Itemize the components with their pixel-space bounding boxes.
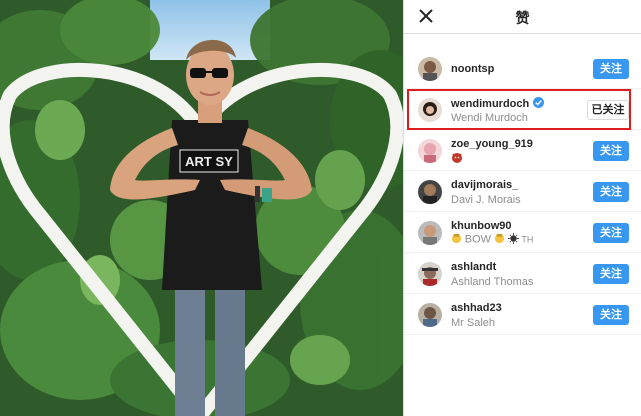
- verified-badge-icon: [533, 97, 545, 108]
- list-item[interactable]: ashlandt Ashland Thomas 关注: [404, 253, 641, 294]
- username[interactable]: ashhad23: [451, 302, 502, 314]
- emoji-icon: [451, 233, 462, 247]
- likes-panel: darkknight_archives 关注 noontsp 关注 wendim…: [403, 0, 641, 416]
- list-item[interactable]: zoe_young_919 关注: [404, 130, 641, 171]
- follow-button[interactable]: 关注: [593, 59, 629, 79]
- devil-face-icon: [451, 151, 463, 166]
- avatar[interactable]: [418, 98, 442, 122]
- display-name: Mr Saleh: [451, 317, 496, 329]
- username[interactable]: wendimurdoch: [451, 97, 545, 110]
- username[interactable]: noontsp: [451, 63, 494, 75]
- username[interactable]: ashlandt: [451, 261, 496, 273]
- post-photo: ART SY: [0, 0, 403, 416]
- sun-icon: [507, 233, 519, 247]
- list-item[interactable]: wendimurdoch Wendi Murdoch 已关注: [404, 89, 641, 130]
- username[interactable]: zoe_young_919: [451, 138, 533, 150]
- display-name: Wendi Murdoch: [451, 112, 528, 124]
- following-button[interactable]: 已关注: [587, 100, 629, 120]
- avatar[interactable]: [418, 262, 442, 286]
- list-item[interactable]: khunbow90 BOW TH 关注: [404, 212, 641, 253]
- panel-header: 赞: [404, 0, 641, 34]
- avatar[interactable]: [418, 139, 442, 163]
- follow-button[interactable]: 关注: [593, 264, 629, 284]
- avatar[interactable]: [418, 57, 442, 81]
- display-name: Davi J. Morais: [451, 194, 521, 206]
- username[interactable]: davijmorais_: [451, 179, 518, 191]
- shirt-text: ART SY: [185, 154, 233, 169]
- follow-button[interactable]: 关注: [593, 182, 629, 202]
- avatar[interactable]: [418, 180, 442, 204]
- follow-button[interactable]: 关注: [593, 305, 629, 325]
- emoji-icon: [494, 233, 505, 247]
- list-item[interactable]: ashhad23 Mr Saleh 关注: [404, 294, 641, 335]
- follow-button[interactable]: 关注: [593, 141, 629, 161]
- panel-title: 赞: [515, 11, 530, 27]
- list-item[interactable]: noontsp 关注: [404, 48, 641, 89]
- username[interactable]: khunbow90: [451, 220, 512, 232]
- list-item[interactable]: davijmorais_ Davi J. Morais 关注: [404, 171, 641, 212]
- follow-button[interactable]: 关注: [593, 223, 629, 243]
- display-name-with-emoji: BOW TH: [451, 233, 533, 247]
- avatar[interactable]: [418, 221, 442, 245]
- avatar[interactable]: [418, 303, 442, 327]
- display-name: Ashland Thomas: [451, 276, 534, 288]
